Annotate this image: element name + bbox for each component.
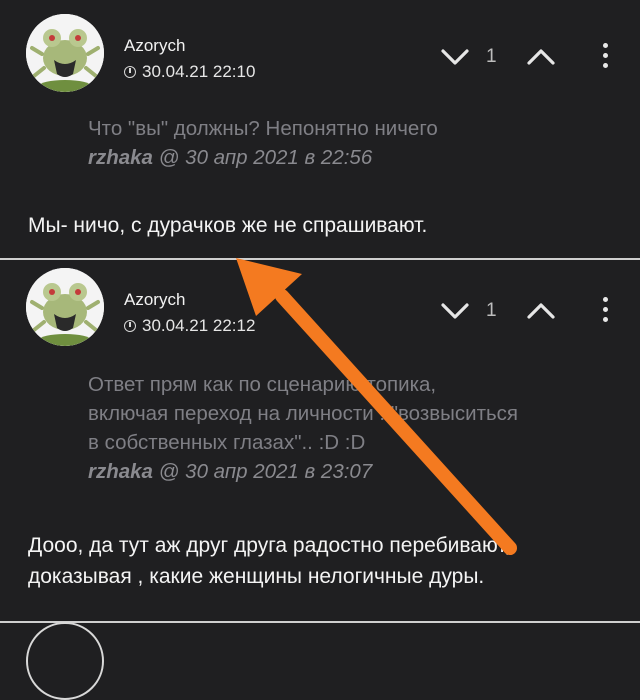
quote-line: в собственных глазах".. :D :D bbox=[88, 431, 366, 454]
quote-date: @ 30 апр 2021 в 23:07 bbox=[158, 460, 373, 483]
vote-count: 1 bbox=[486, 46, 497, 67]
chevron-up-icon[interactable] bbox=[526, 44, 556, 70]
quote-line: Ответ прям как по сценарию топика, bbox=[88, 373, 437, 396]
more-vertical-icon[interactable] bbox=[598, 294, 612, 326]
avatar[interactable] bbox=[26, 622, 104, 700]
divider bbox=[0, 621, 640, 623]
comment-body: Мы- ничо, с дурачков же не спрашивают. bbox=[28, 214, 428, 237]
comment-author[interactable]: Azorych bbox=[124, 36, 185, 56]
comment: Azorych 30.04.21 22:10 1 Что "вы" должны… bbox=[0, 0, 640, 258]
quote-text: Что "вы" должны? Непонятно ничего bbox=[88, 117, 438, 140]
quote-author[interactable]: rzhaka bbox=[88, 460, 153, 483]
comment-timestamp: 30.04.21 22:12 bbox=[124, 316, 255, 336]
chevron-down-icon[interactable] bbox=[440, 44, 470, 70]
vote-count: 1 bbox=[486, 300, 497, 321]
avatar[interactable] bbox=[26, 14, 104, 92]
more-vertical-icon[interactable] bbox=[598, 40, 612, 72]
chevron-down-icon[interactable] bbox=[440, 298, 470, 324]
quote-date: @ 30 апр 2021 в 22:56 bbox=[158, 146, 373, 169]
clock-icon bbox=[124, 66, 136, 78]
avatar[interactable] bbox=[26, 268, 104, 346]
quote-author[interactable]: rzhaka bbox=[88, 146, 153, 169]
timestamp-text: 30.04.21 22:12 bbox=[142, 316, 256, 335]
comment-body: Дооо, да тут аж друг друга радостно пере… bbox=[28, 530, 510, 592]
frog-avatar-icon bbox=[26, 14, 104, 92]
clock-icon bbox=[124, 320, 136, 332]
frog-avatar-icon bbox=[26, 268, 104, 346]
quote-line: включая переход на личности : "возвысить… bbox=[88, 402, 518, 425]
quote-source: rzhaka @ 30 апр 2021 в 22:56 bbox=[88, 143, 438, 172]
comment-timestamp: 30.04.21 22:10 bbox=[124, 62, 255, 82]
comment-body-line: Дооо, да тут аж друг друга радостно пере… bbox=[28, 534, 511, 557]
quote-block: Ответ прям как по сценарию топика, включ… bbox=[88, 370, 518, 486]
quote-block: Что "вы" должны? Непонятно ничего rzhaka… bbox=[88, 114, 438, 172]
timestamp-text: 30.04.21 22:10 bbox=[142, 62, 256, 81]
comment: Azorych 30.04.21 22:12 1 Ответ прям как … bbox=[0, 260, 640, 620]
comment-author[interactable]: Azorych bbox=[124, 290, 185, 310]
comment-body-line: доказывая , какие женщины нелогичные дур… bbox=[28, 565, 485, 588]
quote-source: rzhaka @ 30 апр 2021 в 23:07 bbox=[88, 457, 518, 486]
chevron-up-icon[interactable] bbox=[526, 298, 556, 324]
